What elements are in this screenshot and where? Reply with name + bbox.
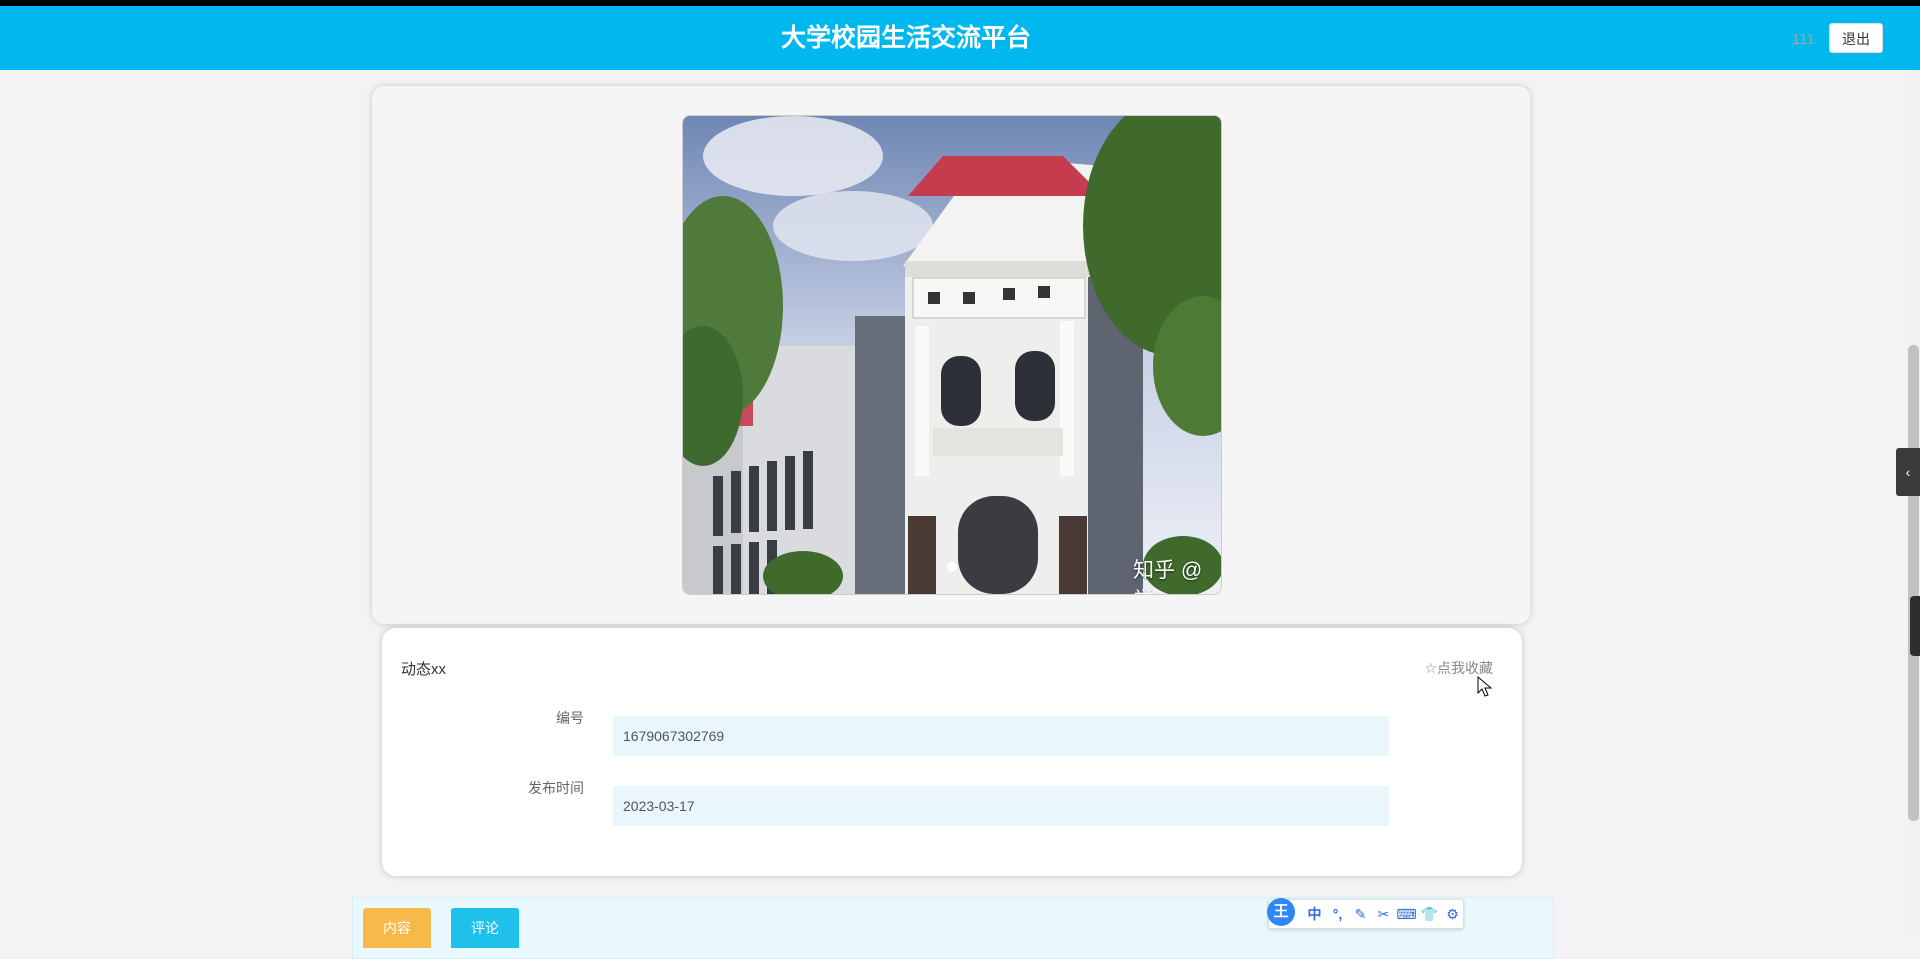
side-panel-handle[interactable]: [1910, 596, 1920, 656]
ime-chinese-mode-button[interactable]: 中: [1303, 904, 1326, 924]
carousel-indicator-dot[interactable]: [947, 562, 957, 572]
logout-button[interactable]: 退出: [1829, 23, 1883, 53]
chevron-left-icon[interactable]: ‹: [1896, 448, 1920, 496]
ime-settings-icon[interactable]: ⚙: [1441, 906, 1464, 923]
site-title: 大学校园生活交流平台: [780, 24, 1031, 52]
image-carousel: 知乎 @学: [372, 86, 1530, 624]
ime-toolbar: 王 中 °, ✎ ✂ ⌨ 👕 ⚙: [1267, 898, 1464, 929]
field-value-id: 1679067302769: [613, 716, 1389, 756]
ime-scissors-icon[interactable]: ✂: [1372, 906, 1395, 923]
ime-logo-icon[interactable]: 王: [1267, 898, 1295, 926]
ime-punctuation-icon[interactable]: °,: [1326, 906, 1349, 922]
user-name: 111: [1792, 31, 1815, 48]
image-watermark: 知乎 @学: [1133, 559, 1203, 594]
post-detail-card: 动态xx ☆点我收藏 编号 1679067302769 发布时间 2023-03…: [382, 628, 1522, 876]
post-title: 动态xx: [401, 661, 447, 678]
field-label-id: 编号: [556, 710, 584, 726]
ime-keyboard-icon[interactable]: ⌨: [1395, 906, 1418, 923]
mouse-cursor-icon: [1477, 676, 1493, 697]
tab-comments[interactable]: 评论: [451, 908, 519, 948]
campus-building-photo: [683, 116, 1221, 594]
ime-skin-icon[interactable]: 👕: [1418, 906, 1441, 923]
field-value-publish-time: 2023-03-17: [613, 786, 1389, 826]
carousel-image[interactable]: 知乎 @学: [682, 115, 1222, 595]
field-label-publish-time: 发布时间: [528, 780, 584, 796]
page-scrollbar-thumb[interactable]: [1908, 345, 1919, 821]
ime-handwriting-icon[interactable]: ✎: [1349, 906, 1372, 923]
favorite-button[interactable]: ☆点我收藏: [1424, 658, 1493, 678]
tab-content[interactable]: 内容: [363, 908, 431, 948]
site-header: 大学校园生活交流平台 111 退出: [0, 6, 1920, 70]
